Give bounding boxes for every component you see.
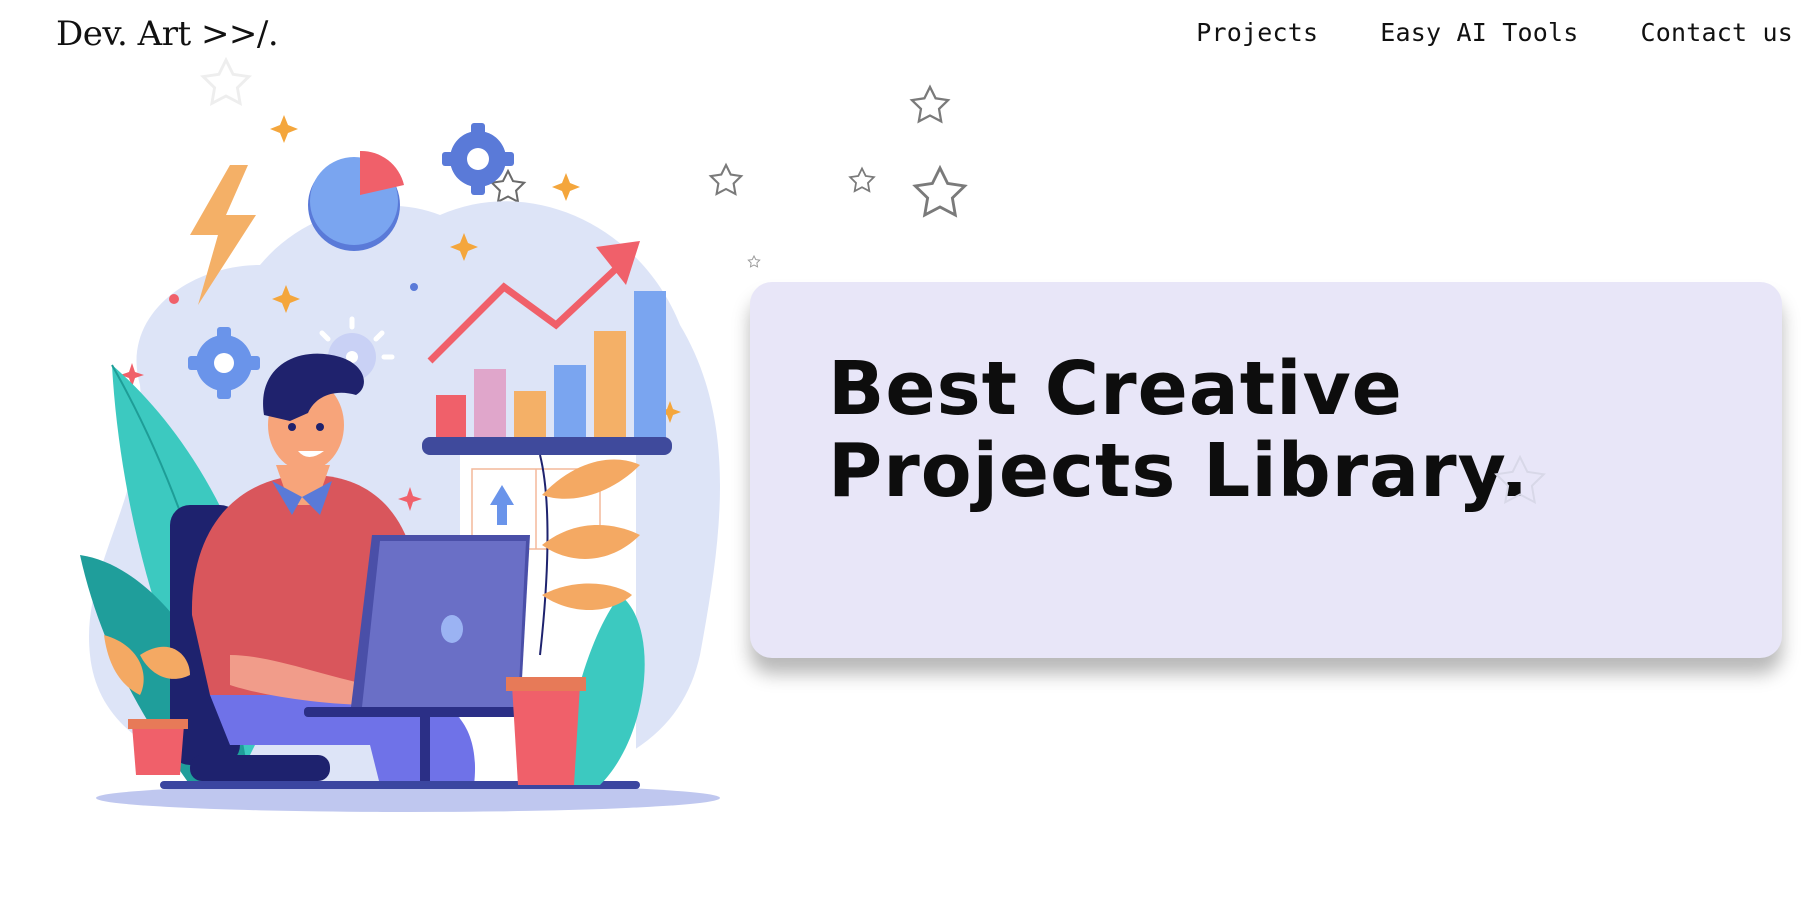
- star-outline-icon: [913, 166, 967, 217]
- gear-icon: [442, 123, 514, 195]
- hero-card: Best Creative Projects Library.: [750, 282, 1782, 658]
- page: Dev. Art >>/. Projects Easy AI Tools Con…: [0, 0, 1817, 920]
- nav-link-contact-us[interactable]: Contact us: [1640, 18, 1793, 47]
- star-outline-icon: [1494, 454, 1546, 505]
- site-header: Dev. Art >>/. Projects Easy AI Tools Con…: [0, 0, 1817, 76]
- star-outline-icon: [910, 85, 950, 123]
- nav-link-easy-ai-tools[interactable]: Easy AI Tools: [1380, 18, 1578, 47]
- hero-title: Best Creative Projects Library.: [828, 346, 1530, 514]
- site-logo[interactable]: Dev. Art >>/.: [56, 14, 279, 54]
- nav-link-projects[interactable]: Projects: [1196, 18, 1318, 47]
- hero-illustration: [80, 115, 721, 812]
- star-outline-icon: [849, 167, 875, 192]
- main-nav: Projects Easy AI Tools Contact us: [1196, 18, 1793, 47]
- star-outline-icon: [747, 255, 761, 268]
